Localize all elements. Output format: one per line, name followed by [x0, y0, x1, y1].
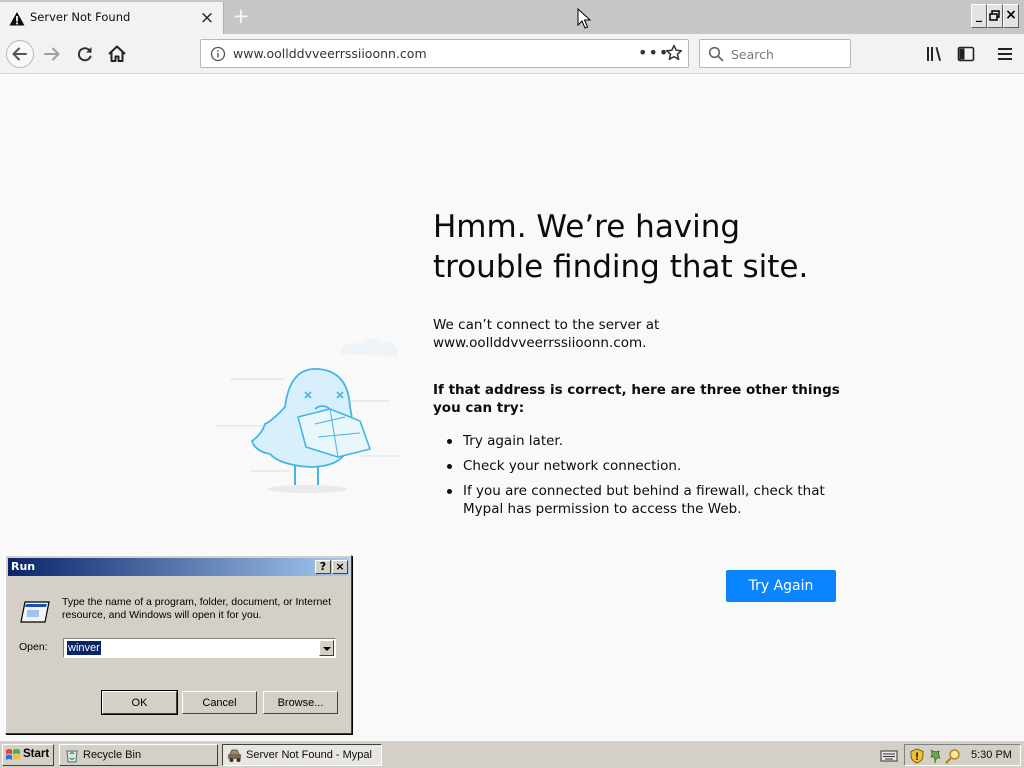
browse-button[interactable]: Browse...	[263, 691, 338, 714]
run-dialog: Run ? × Type the name of a program, fold…	[5, 555, 352, 734]
back-arrow-icon	[12, 47, 27, 61]
search-input[interactable]	[731, 45, 846, 63]
run-program-icon	[20, 601, 50, 623]
system-tray: 5:30 PM	[904, 744, 1021, 766]
reload-button[interactable]	[71, 40, 99, 68]
sidebar-icon[interactable]	[956, 44, 976, 64]
windows-flag-icon	[6, 749, 20, 760]
shield-icon[interactable]	[909, 748, 925, 764]
reload-icon	[78, 47, 92, 62]
window-close-button[interactable]: ×	[1003, 4, 1019, 28]
tab-bar: Server Not Found × + _ ×	[0, 0, 1024, 34]
url-text[interactable]: www.oollddvveerrssiioonn.com	[233, 46, 427, 61]
mypal-icon	[228, 749, 241, 762]
magnifier-icon[interactable]	[945, 748, 961, 764]
error-title: Hmm. We’re having trouble finding that s…	[433, 209, 809, 285]
home-icon	[108, 45, 126, 62]
minimize-button[interactable]: _	[971, 4, 987, 28]
keyboard-icon[interactable]	[880, 748, 898, 762]
cancel-button[interactable]: Cancel	[182, 691, 257, 714]
site-info-icon[interactable]	[210, 46, 226, 62]
try-again-button[interactable]: Try Again	[726, 570, 836, 602]
warning-icon	[9, 12, 25, 26]
ok-button[interactable]: OK	[101, 690, 178, 715]
run-dialog-titlebar[interactable]: Run ? ×	[8, 558, 349, 576]
taskbar-item-label: Recycle Bin	[83, 749, 142, 761]
home-button[interactable]	[103, 40, 131, 68]
taskbar-item-label: Server Not Found - Mypal	[246, 749, 372, 761]
taskbar-item-recycle-bin[interactable]: Recycle Bin	[59, 744, 218, 766]
forward-button[interactable]	[38, 40, 66, 68]
run-description: Type the name of a program, folder, docu…	[62, 596, 332, 621]
tab-server-not-found[interactable]: Server Not Found ×	[0, 2, 224, 34]
error-illustration	[215, 338, 400, 493]
open-label: Open:	[19, 641, 48, 653]
start-button[interactable]: Start	[2, 744, 54, 766]
dropdown-arrow-icon[interactable]	[319, 640, 334, 656]
taskbar: Start Recycle Bin Server Not Found - Myp…	[0, 740, 1024, 768]
run-dialog-title: Run	[11, 560, 36, 573]
mouse-cursor-icon	[577, 8, 591, 29]
bookmark-star-icon[interactable]	[665, 44, 683, 62]
open-input-value[interactable]: winver	[67, 641, 101, 655]
restore-icon	[989, 10, 1000, 21]
error-subtitle: If that address is correct, here are thr…	[433, 382, 840, 416]
network-icon[interactable]	[927, 748, 943, 764]
suggestion-item: Check your network connection.	[433, 457, 833, 475]
suggestion-list: Try again later. Check your network conn…	[433, 432, 833, 525]
recycle-bin-icon	[66, 750, 78, 763]
navigation-toolbar: www.oollddvveerrssiioonn.com •••	[0, 34, 1024, 74]
tab-title: Server Not Found	[30, 10, 131, 24]
search-icon	[708, 46, 724, 62]
library-icon[interactable]	[924, 44, 944, 64]
forward-arrow-icon	[44, 47, 60, 61]
error-message: We can’t connect to the server at www.oo…	[433, 317, 660, 351]
suggestion-item: Try again later.	[433, 432, 833, 450]
help-button[interactable]: ?	[315, 560, 331, 574]
tab-close-icon[interactable]: ×	[198, 9, 216, 27]
url-bar[interactable]: www.oollddvveerrssiioonn.com •••	[200, 39, 689, 68]
open-combobox[interactable]: winver	[63, 638, 336, 658]
new-tab-button[interactable]: +	[230, 4, 252, 28]
hamburger-menu-icon[interactable]	[995, 44, 1015, 64]
run-close-button[interactable]: ×	[332, 560, 348, 574]
taskbar-item-mypal[interactable]: Server Not Found - Mypal	[222, 744, 382, 766]
search-bar[interactable]	[699, 39, 851, 68]
start-label: Start	[23, 748, 50, 760]
back-button[interactable]	[6, 40, 34, 68]
restore-button[interactable]	[987, 4, 1003, 28]
clock: 5:30 PM	[971, 749, 1012, 761]
suggestion-item: If you are connected but behind a firewa…	[433, 482, 833, 518]
